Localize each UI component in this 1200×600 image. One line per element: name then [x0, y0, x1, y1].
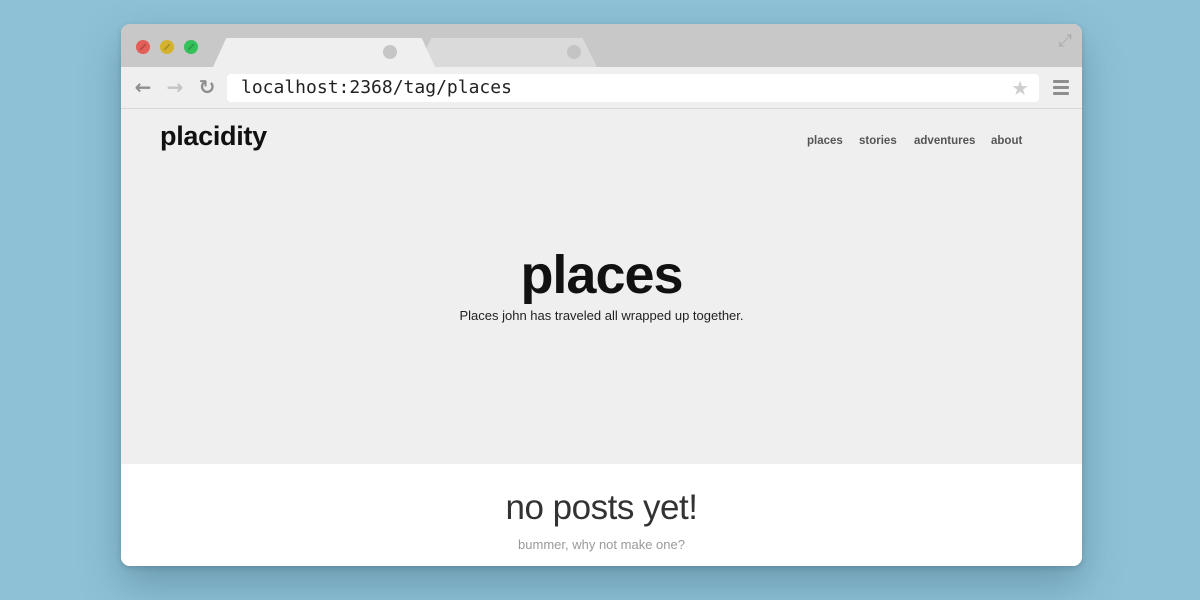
browser-window: ⤢ ← → ↻ localhost:2368/tag/places ★ plac…: [121, 24, 1082, 566]
star-icon[interactable]: ★: [1011, 76, 1029, 100]
tab-inactive[interactable]: [417, 38, 597, 67]
site-logo[interactable]: placidity: [160, 121, 267, 152]
expand-icon[interactable]: ⤢: [1056, 32, 1074, 50]
maximize-window-button[interactable]: [184, 40, 198, 54]
nav-link-stories[interactable]: stories: [859, 135, 897, 147]
nav-link-adventures[interactable]: adventures: [914, 135, 975, 147]
web-page: placidity places stories adventures abou…: [121, 109, 1082, 566]
close-window-button[interactable]: [136, 40, 150, 54]
posts-section: no posts yet! bummer, why not make one?: [121, 464, 1082, 566]
browser-toolbar: ← → ↻ localhost:2368/tag/places ★: [121, 67, 1082, 109]
hero-section: placidity places stories adventures abou…: [121, 109, 1082, 464]
tab-close-icon[interactable]: [567, 45, 581, 59]
reload-icon[interactable]: ↻: [195, 75, 219, 99]
back-arrow-icon[interactable]: ←: [131, 75, 155, 99]
tag-description: Places john has traveled all wrapped up …: [459, 308, 744, 323]
tab-close-icon[interactable]: [383, 45, 397, 59]
forward-arrow-icon[interactable]: →: [163, 75, 187, 99]
empty-state-subtitle: bummer, why not make one?: [518, 537, 685, 552]
minimize-window-button[interactable]: [160, 40, 174, 54]
address-bar[interactable]: localhost:2368/tag/places ★: [227, 74, 1039, 102]
empty-state-title: no posts yet!: [505, 488, 698, 527]
nav-link-places[interactable]: places: [807, 135, 843, 147]
tab-active[interactable]: [213, 38, 435, 67]
hamburger-menu-icon[interactable]: [1053, 80, 1069, 96]
address-bar-url[interactable]: localhost:2368/tag/places: [241, 77, 512, 99]
nav-link-about[interactable]: about: [991, 135, 1022, 147]
tag-title: places: [520, 245, 683, 305]
tab-strip: ⤢: [121, 24, 1082, 67]
